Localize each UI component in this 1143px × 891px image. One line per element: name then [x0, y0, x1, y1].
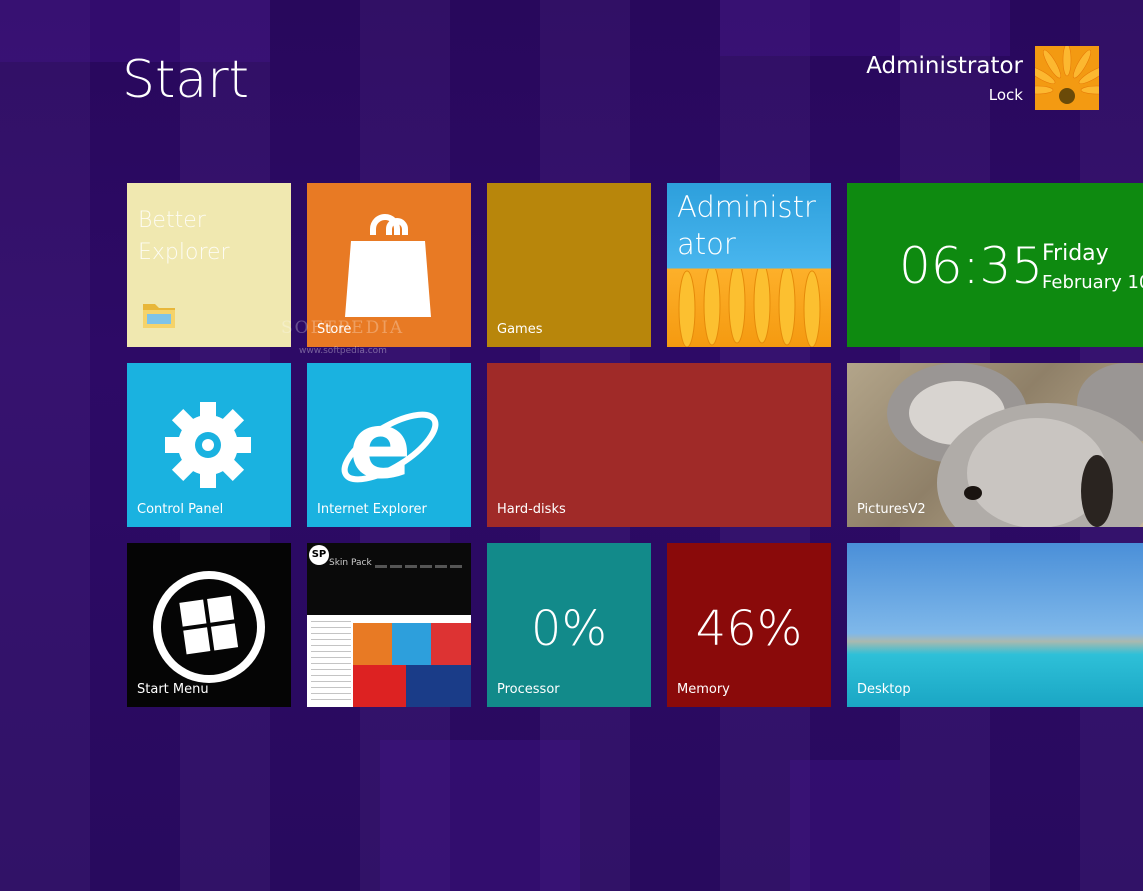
tile-memory[interactable]: 46% Memory: [667, 543, 831, 707]
preview-screens: [353, 665, 471, 707]
tile-internet-explorer[interactable]: e Internet Explorer: [307, 363, 471, 527]
tile-administrator[interactable]: Administrator: [667, 183, 831, 347]
shopping-bag-icon: [345, 211, 433, 327]
background-panel: [380, 740, 580, 891]
flower-image: [667, 262, 831, 347]
processor-value: 0%: [530, 601, 608, 657]
preview-sidebar: [311, 621, 351, 701]
lock-link[interactable]: Lock: [866, 86, 1023, 104]
skin-pack-header: SP Skin Pack: [307, 543, 471, 615]
memory-value: 46%: [695, 601, 803, 657]
tile-control-panel[interactable]: Control Panel: [127, 363, 291, 527]
tile-processor[interactable]: 0% Processor: [487, 543, 651, 707]
tile-games[interactable]: Games: [487, 183, 651, 347]
tile-label: Internet Explorer: [317, 502, 427, 517]
watermark: SOFTPEDIA: [281, 318, 405, 338]
tile-label: Start Menu: [137, 682, 209, 697]
tile-label: Desktop: [857, 682, 911, 697]
tile-title: Administrator: [677, 190, 816, 261]
background-panel: [790, 760, 900, 891]
clock-date: February 10: [1042, 272, 1143, 293]
user-name: Administrator: [866, 53, 1023, 79]
tile-clock[interactable]: 06:35 Friday February 10: [847, 183, 1143, 347]
tile-hard-disks[interactable]: Hard-disks: [487, 363, 831, 527]
tile-desktop[interactable]: Desktop: [847, 543, 1143, 707]
tile-label: Processor: [497, 682, 560, 697]
page-title: Start: [122, 50, 250, 110]
tile-pictures[interactable]: PicturesV2: [847, 363, 1143, 527]
sp-badge: SP: [309, 545, 329, 565]
tile-start-menu[interactable]: Start Menu: [127, 543, 291, 707]
tile-label: Games: [497, 322, 543, 337]
folder-icon: [141, 296, 177, 336]
clock-day: Friday: [1042, 241, 1109, 266]
watermark-url: www.softpedia.com: [299, 346, 387, 356]
tile-label: PicturesV2: [857, 502, 926, 517]
avatar: [1035, 46, 1099, 110]
tile-label: Control Panel: [137, 502, 224, 517]
user-account[interactable]: Administrator Lock: [866, 46, 1099, 110]
nav-bar: [375, 565, 465, 568]
windows-logo-icon: [149, 567, 269, 691]
tile-label: Hard-disks: [497, 502, 566, 517]
skin-pack-title: Skin Pack: [329, 558, 372, 568]
gear-icon: [163, 400, 253, 494]
clock-time: 06:35: [899, 237, 1044, 295]
tile-better-explorer[interactable]: Better Explorer: [127, 183, 291, 347]
tile-label: Memory: [677, 682, 730, 697]
tile-title: Better Explorer: [138, 208, 230, 265]
internet-explorer-icon: e: [335, 389, 445, 503]
tile-skin-pack[interactable]: SP Skin Pack: [307, 543, 471, 707]
